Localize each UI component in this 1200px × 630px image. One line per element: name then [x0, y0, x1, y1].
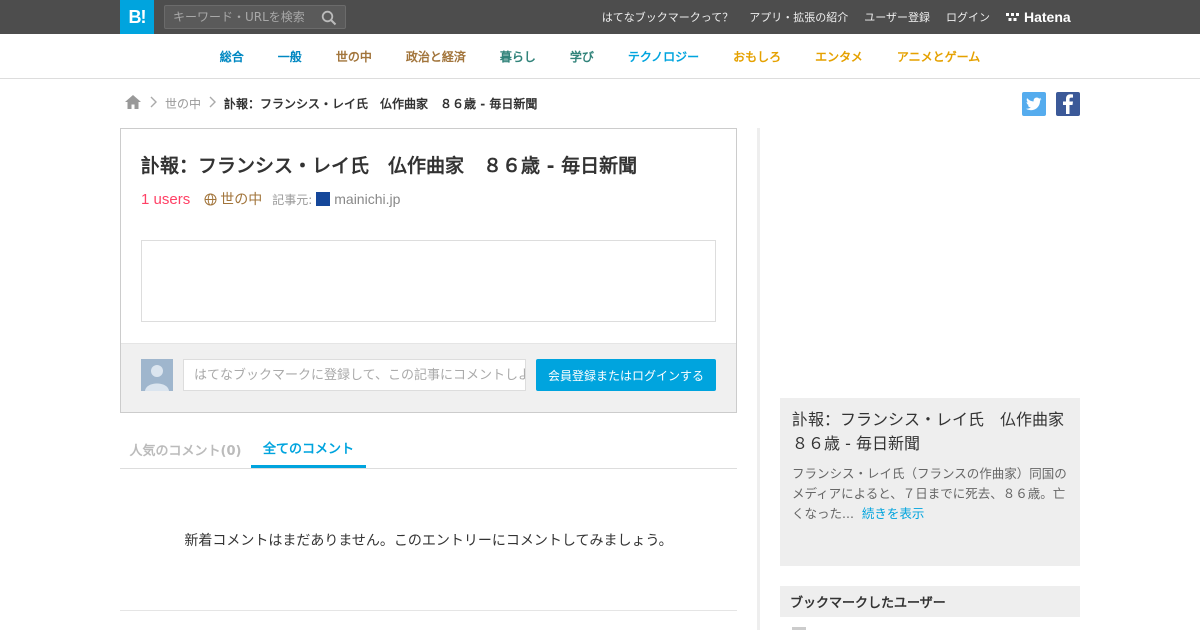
read-more-link[interactable]: 続きを表示	[862, 506, 925, 521]
tab-all-comments[interactable]: 全てのコメント	[251, 430, 366, 468]
nav-item[interactable]: 一般	[278, 48, 302, 65]
summary-title[interactable]: 訃報：フランシス・レイ氏 仏作曲家 ８６歳 - 毎日新聞	[792, 408, 1080, 456]
bookmark-users-count[interactable]: 1 users	[141, 191, 190, 208]
hatena-bookmark-logo[interactable]: B!	[120, 0, 154, 34]
category-nav: 総合 一般 世の中 政治と経済 暮らし 学び テクノロジー おもしろ エンタメ アニメとゲーム	[0, 34, 1200, 79]
hatena-mark-icon	[1006, 13, 1019, 21]
global-header: B! はてなブックマークって？ アプリ・拡張の紹介 ユーザー登録 ログイン Ha…	[0, 0, 1200, 34]
comment-form: 会員登録またはログインする	[121, 343, 736, 412]
nav-item[interactable]: 総合	[220, 48, 244, 65]
nav-item[interactable]: エンタメ	[815, 48, 863, 65]
entry-card: 訃報：フランシス・レイ氏 仏作曲家 ８６歳 - 毎日新聞 1 users 世の中…	[120, 128, 737, 413]
entry-category-label: 世の中	[220, 192, 263, 208]
comment-tabs: 人気のコメント(0) 全てのコメント	[120, 430, 737, 469]
breadcrumb-category[interactable]: 世の中	[165, 95, 201, 112]
hatena-wordmark: Hatena	[1024, 9, 1071, 25]
bookmark-users-heading: ブックマークしたユーザー	[780, 586, 1080, 617]
about-link[interactable]: はてなブックマークって？	[602, 9, 733, 25]
empty-comments-message: 新着コメントはまだありません。このエントリーにコメントしてみましょう。	[184, 533, 673, 549]
search-icon[interactable]	[321, 10, 337, 26]
source-label: 記事元:	[272, 192, 313, 207]
search-box	[164, 5, 346, 29]
nav-item[interactable]: アニメとゲーム	[897, 48, 980, 65]
mainichi-favicon-icon	[316, 192, 331, 206]
source-domain[interactable]: mainichi.jp	[334, 191, 400, 207]
hatena-logo[interactable]: Hatena	[1006, 8, 1071, 26]
entry-category[interactable]: 世の中	[204, 189, 262, 209]
breadcrumb-current: 訃報：フランシス・レイ氏 仏作曲家 ８６歳 - 毎日新聞	[224, 96, 538, 111]
nav-item[interactable]: テクノロジー	[628, 48, 699, 65]
avatar	[141, 359, 173, 391]
search-input[interactable]	[165, 6, 315, 28]
comment-input[interactable]	[183, 359, 526, 391]
header-links: はてなブックマークって？ アプリ・拡張の紹介 ユーザー登録 ログイン	[586, 0, 990, 34]
nav-item[interactable]: 学び	[570, 48, 594, 65]
divider	[120, 610, 737, 611]
column-divider	[757, 128, 760, 630]
apps-link[interactable]: アプリ・拡張の紹介	[749, 9, 848, 25]
nav-item[interactable]: おもしろ	[733, 48, 781, 65]
share-buttons	[1022, 92, 1090, 116]
entry-summary: 訃報：フランシス・レイ氏 仏作曲家 ８６歳 - 毎日新聞 フランシス・レイ氏（フ…	[780, 398, 1080, 566]
signup-login-button[interactable]: 会員登録またはログインする	[536, 359, 716, 391]
summary-body: フランシス・レイ氏（フランスの作曲家）同国のメディアによると、７日までに死去、８…	[792, 466, 1067, 521]
nav-item[interactable]: 政治と経済	[406, 48, 466, 65]
breadcrumb: 世の中 訃報：フランシス・レイ氏 仏作曲家 ８６歳 - 毎日新聞	[124, 93, 537, 113]
signup-link[interactable]: ユーザー登録	[864, 9, 930, 25]
nav-item[interactable]: 世の中	[336, 48, 372, 65]
entry-meta: 1 users 世の中 記事元: mainichi.jp	[141, 189, 400, 209]
twitter-icon[interactable]	[1022, 92, 1046, 116]
home-icon[interactable]	[124, 94, 142, 113]
summary-text: フランシス・レイ氏（フランスの作曲家）同国のメディアによると、７日までに死去、８…	[792, 464, 1068, 524]
nav-item[interactable]: 暮らし	[500, 48, 536, 65]
globe-icon	[204, 193, 217, 205]
chevron-right-icon	[150, 96, 157, 111]
facebook-icon[interactable]	[1056, 92, 1080, 116]
tab-popular-comments[interactable]: 人気のコメント(0)	[120, 430, 251, 469]
entry-title[interactable]: 訃報：フランシス・レイ氏 仏作曲家 ８６歳 - 毎日新聞	[141, 151, 637, 178]
login-link[interactable]: ログイン	[946, 9, 990, 25]
ad-placeholder	[141, 240, 716, 322]
chevron-right-icon	[209, 96, 217, 111]
